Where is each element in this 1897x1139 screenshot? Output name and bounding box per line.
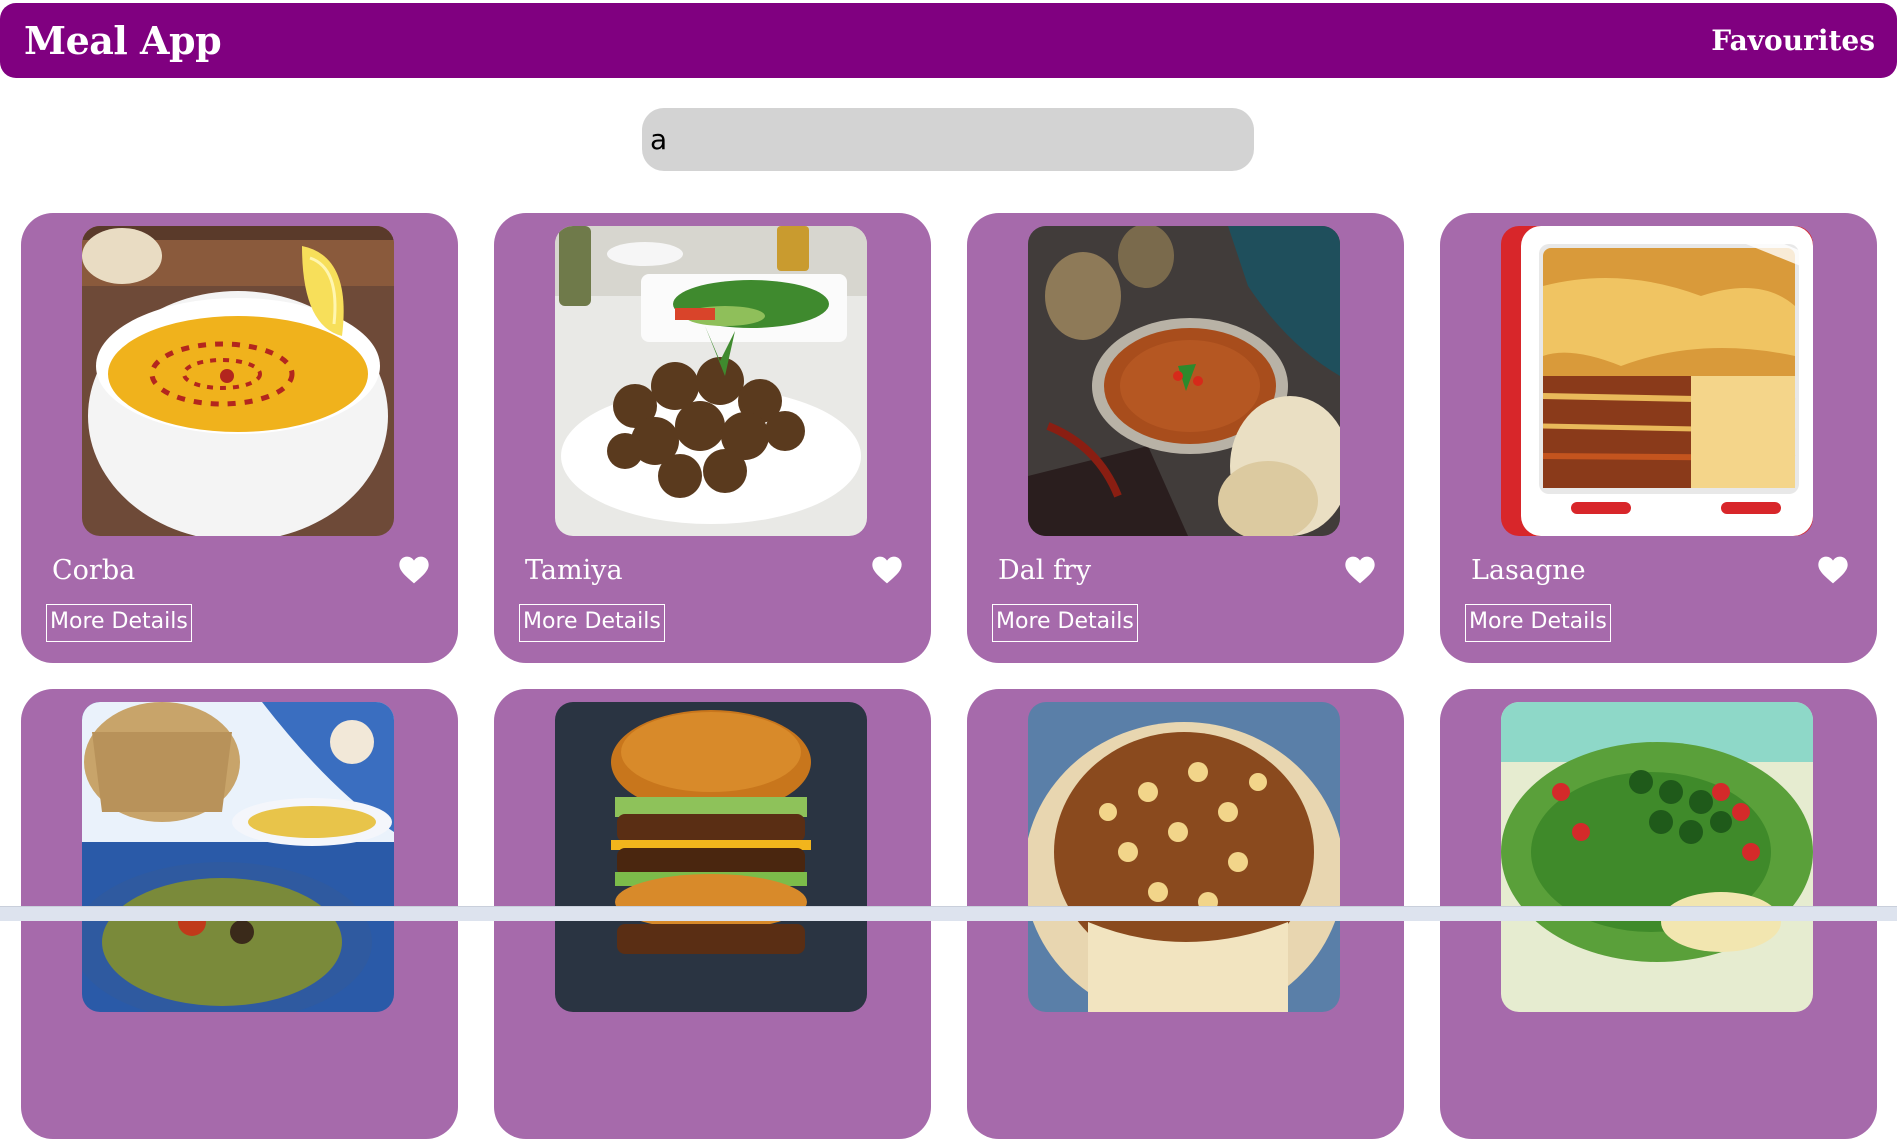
more-details-button[interactable]: More Details (1465, 604, 1611, 642)
meal-image (82, 702, 394, 1012)
meal-image (82, 226, 394, 536)
meal-grid: Corba More Details Tamiya More Details D… (21, 213, 1877, 1139)
meal-card: Tamiya More Details (494, 213, 931, 663)
meal-name: Tamiya (525, 555, 623, 586)
meal-name: Lasagne (1471, 555, 1586, 586)
navbar: Meal App Favourites (0, 3, 1897, 78)
meal-image (555, 702, 867, 1012)
more-details-button[interactable]: More Details (992, 604, 1138, 642)
app-title: Meal App (24, 18, 222, 63)
more-details-button[interactable]: More Details (519, 604, 665, 642)
meal-name: Corba (52, 555, 136, 586)
meal-image (555, 226, 867, 536)
search-input[interactable] (642, 108, 1254, 171)
meal-image (1501, 226, 1813, 536)
meal-image (1028, 226, 1340, 536)
meal-card: Lasagne More Details (1440, 213, 1877, 663)
meal-card: Corba More Details (21, 213, 458, 663)
meal-image (1028, 702, 1340, 1012)
favourites-link[interactable]: Favourites (1711, 24, 1875, 57)
heart-icon[interactable] (871, 555, 903, 585)
more-details-button[interactable]: More Details (46, 604, 192, 642)
meal-image (1501, 702, 1813, 1012)
meal-name: Dal fry (998, 555, 1092, 586)
search-bar (642, 108, 1254, 171)
taskbar (0, 906, 1897, 921)
meal-card: Dal fry More Details (967, 213, 1404, 663)
heart-icon[interactable] (1344, 555, 1376, 585)
heart-icon[interactable] (398, 555, 430, 585)
heart-icon[interactable] (1817, 555, 1849, 585)
